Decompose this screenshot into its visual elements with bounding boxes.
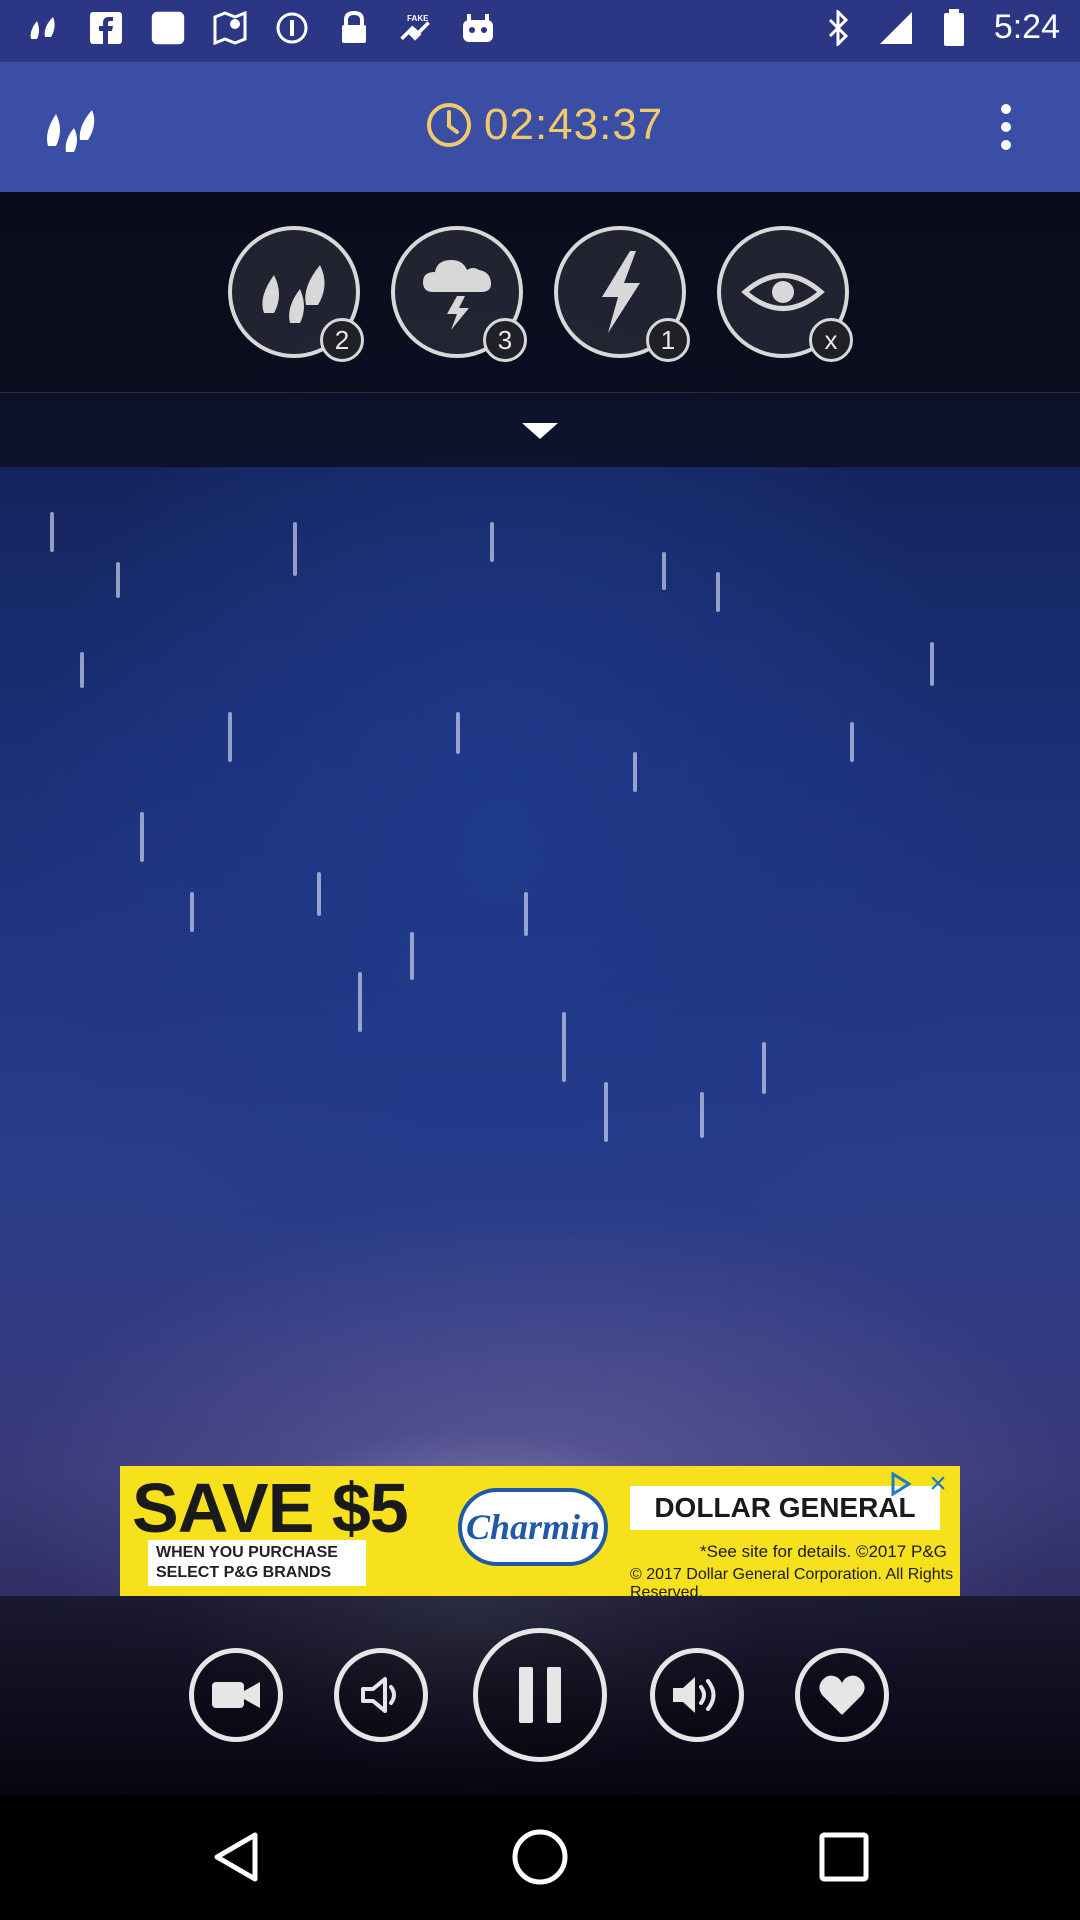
volume-up-icon xyxy=(673,1677,716,1713)
navigation-bar xyxy=(0,1795,1080,1920)
app-bar: 02:43:37 xyxy=(0,62,1080,192)
favorite-button[interactable] xyxy=(795,1648,889,1742)
playback-controls xyxy=(0,1596,1080,1795)
blank-notification-icon xyxy=(150,10,186,46)
more-vert-icon[interactable] xyxy=(986,92,1026,162)
heart-icon xyxy=(819,1675,865,1715)
robot-icon xyxy=(460,10,496,46)
effect-visibility-level: x xyxy=(809,318,853,362)
status-bar: FAKE 5:24 xyxy=(0,0,1080,62)
pause-icon xyxy=(519,1667,561,1723)
effect-thunderstorm-level: 3 xyxy=(483,318,527,362)
lightning-icon xyxy=(602,251,640,333)
info-icon xyxy=(274,10,310,46)
recents-icon[interactable] xyxy=(812,1825,876,1889)
bluetooth-icon xyxy=(820,9,856,46)
status-time: 5:24 xyxy=(993,8,1060,46)
timer-text: 02:43:37 xyxy=(484,100,664,149)
effect-lightning-button[interactable]: 1 xyxy=(554,226,690,362)
fake-gps-icon: FAKE xyxy=(398,10,434,46)
ad-copyright: © 2017 Dollar General Corporation. All R… xyxy=(630,1566,954,1596)
collapse-effects-bar[interactable] xyxy=(0,392,1080,467)
chevron-down-icon xyxy=(522,423,558,439)
effect-rain-level: 2 xyxy=(320,318,364,362)
eye-icon xyxy=(741,273,825,311)
sleep-timer[interactable]: 02:43:37 xyxy=(426,100,663,150)
storm-cloud-icon xyxy=(423,260,491,330)
effect-rain-button[interactable]: 2 xyxy=(228,226,364,362)
facebook-icon xyxy=(88,10,124,46)
effect-lightning-level: 1 xyxy=(646,318,690,362)
signal-icon xyxy=(878,10,914,46)
rain-app-icon xyxy=(26,10,62,46)
clock-icon xyxy=(427,103,471,147)
status-indicators: 5:24 xyxy=(820,8,1060,47)
effect-thunderstorm-button[interactable]: 3 xyxy=(391,226,527,362)
video-button[interactable] xyxy=(189,1648,283,1742)
volume-down-button[interactable] xyxy=(334,1648,428,1742)
pause-button[interactable] xyxy=(473,1628,607,1762)
effect-visibility-button[interactable]: x xyxy=(717,226,853,362)
ad-close-button[interactable]: × xyxy=(922,1468,954,1500)
ad-fine-print: *See site for details. ©2017 P&G xyxy=(700,1542,947,1561)
volume-up-button[interactable] xyxy=(650,1648,744,1742)
ad-headline: SAVE $5 xyxy=(132,1469,409,1547)
ad-choices-icon[interactable] xyxy=(886,1470,916,1498)
battery-icon xyxy=(936,8,972,46)
effects-panel: 2 3 1 x xyxy=(0,192,1080,392)
ad-brand-logo: Charmin xyxy=(458,1488,608,1566)
ad-subline: WHEN YOU PURCHASE SELECT P&G BRANDS xyxy=(148,1540,366,1586)
lock-icon xyxy=(336,10,372,46)
svg-text:FAKE: FAKE xyxy=(407,14,429,23)
volume-down-icon xyxy=(361,1677,396,1713)
maps-icon xyxy=(212,10,248,46)
back-icon[interactable] xyxy=(204,1825,268,1889)
home-icon[interactable] xyxy=(508,1825,572,1889)
video-camera-icon xyxy=(212,1682,260,1708)
raindrops-icon xyxy=(262,265,325,323)
rain-logo-icon[interactable] xyxy=(42,100,98,156)
notification-icons: FAKE xyxy=(26,10,496,46)
ad-banner[interactable]: SAVE $5 WHEN YOU PURCHASE SELECT P&G BRA… xyxy=(120,1466,960,1596)
